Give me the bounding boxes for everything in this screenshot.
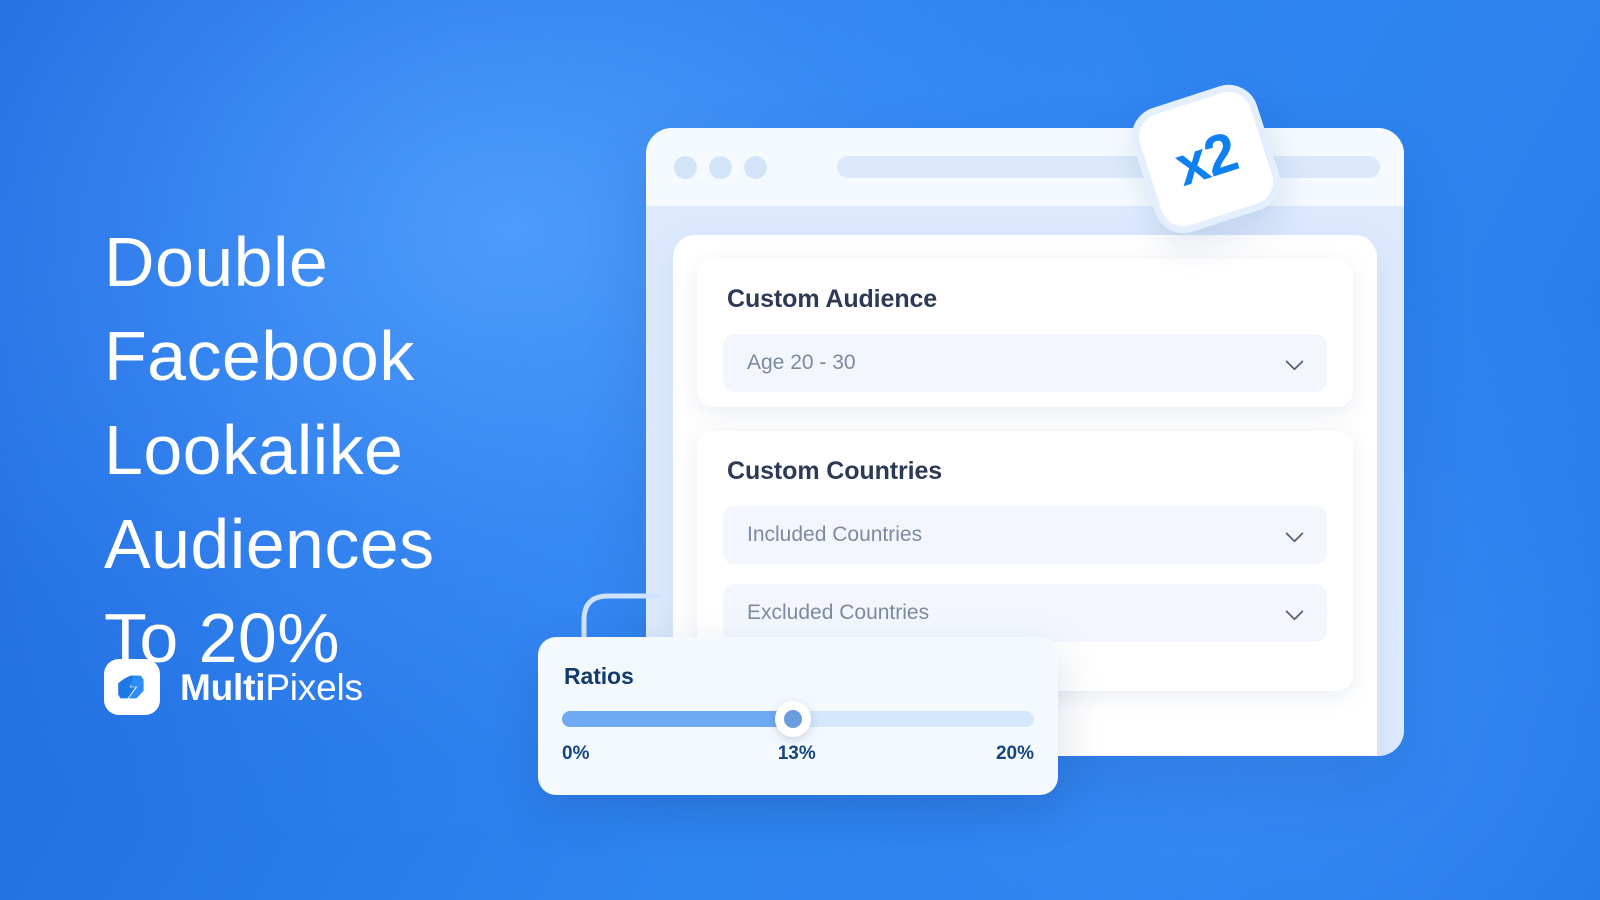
- multipixels-logo-icon: [104, 659, 160, 715]
- chevron-down-icon: [1287, 354, 1303, 370]
- window-close-dot[interactable]: [674, 155, 697, 179]
- address-bar[interactable]: [837, 156, 1380, 178]
- custom-audience-card: Custom Audience Age 20 - 30: [697, 259, 1353, 407]
- custom-countries-title: Custom Countries: [727, 457, 943, 485]
- ratio-slider-fill: [562, 711, 794, 727]
- included-countries-value: Included Countries: [747, 523, 923, 546]
- brand-lockup: MultiPixels: [104, 659, 363, 715]
- excluded-countries-select[interactable]: Excluded Countries: [723, 584, 1327, 642]
- audience-select-value: Age 20 - 30: [747, 351, 856, 374]
- custom-audience-title: Custom Audience: [727, 285, 938, 313]
- ratios-card: Ratios 0% 13% 20%: [538, 637, 1058, 795]
- ratio-slider[interactable]: [562, 701, 1034, 737]
- window-maximize-dot[interactable]: [744, 155, 767, 179]
- ratio-min-label: 0%: [562, 743, 590, 764]
- brand-name-light: Pixels: [265, 666, 363, 708]
- ratios-title: Ratios: [564, 663, 634, 689]
- window-controls: [674, 155, 767, 179]
- brand-name: MultiPixels: [180, 669, 363, 706]
- ratio-slider-labels: 0% 13% 20%: [562, 743, 1034, 765]
- chevron-down-icon: [1287, 604, 1303, 620]
- page-title: Double Facebook Lookalike Audiences To 2…: [104, 222, 435, 677]
- ratio-slider-handle[interactable]: [775, 701, 812, 737]
- multiplier-badge-label: x2: [1167, 118, 1245, 198]
- excluded-countries-value: Excluded Countries: [747, 601, 930, 624]
- included-countries-select[interactable]: Included Countries: [723, 506, 1327, 564]
- browser-titlebar: [646, 128, 1404, 206]
- ratio-current-label: 13%: [777, 743, 816, 764]
- ratio-max-label: 20%: [995, 743, 1034, 764]
- audience-select[interactable]: Age 20 - 30: [723, 334, 1327, 392]
- brand-name-bold: Multi: [180, 666, 266, 708]
- promo-banner: Double Facebook Lookalike Audiences To 2…: [0, 0, 1600, 900]
- chevron-down-icon: [1287, 526, 1303, 542]
- window-minimize-dot[interactable]: [709, 155, 732, 179]
